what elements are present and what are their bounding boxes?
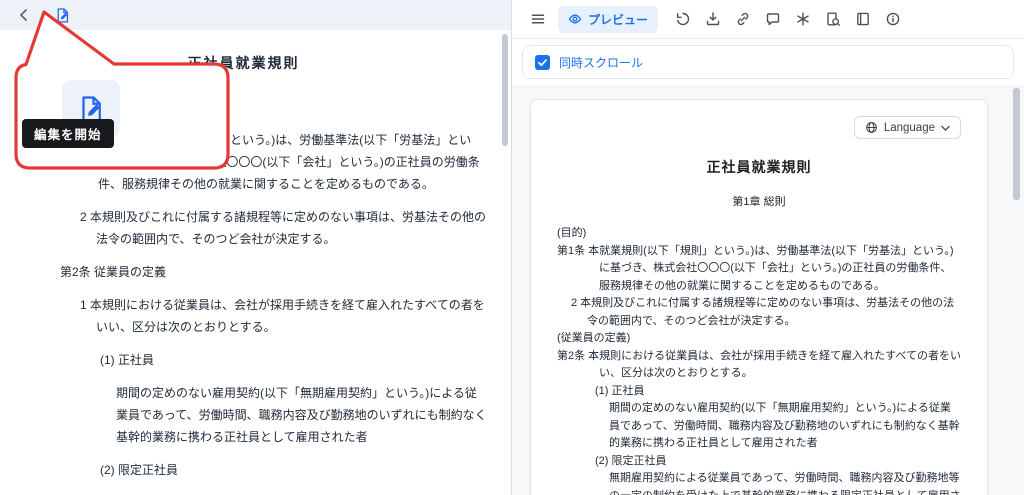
- editor-paragraph: 2 本規則及びこれに付属する諸規程等に定めのない事項は、労基法その他の法令の範囲…: [60, 206, 487, 250]
- edit-callout-annotation: 編集を開始: [0, 0, 245, 182]
- search-document-button[interactable]: [819, 6, 846, 32]
- download-icon: [705, 11, 721, 27]
- editor-paragraph: 期間の定めのない雇用契約(以下「無期雇用契約」という。)による従業員であって、労…: [60, 382, 487, 448]
- language-row: Language: [557, 116, 961, 139]
- history-button[interactable]: [669, 6, 696, 32]
- preview-paragraph: 第2条 本規則における従業員は、会社が採用手続きを経て雇入れたすべての者をいい、…: [557, 348, 961, 383]
- preview-paragraph: 第1条 本就業規則(以下「規則」という。)は、労働基準法(以下「労基法」という。…: [557, 243, 961, 296]
- editor-pane: 正社員就業規則 (目的)第1条 本就業規則(以下「規則」という。)は、労働基準法…: [0, 0, 512, 495]
- asterisk-button[interactable]: [789, 6, 816, 32]
- preview-pane: プレビュー: [512, 0, 1024, 495]
- link-icon: [735, 11, 751, 27]
- link-button[interactable]: [729, 6, 756, 32]
- book-icon: [855, 11, 871, 27]
- preview-paragraph: 無期雇用契約による従業員であって、労働時間、職務内容及び勤務地等の一定の制約を受…: [557, 470, 961, 495]
- language-button-label: Language: [884, 122, 935, 134]
- preview-doc-title: 正社員就業規則: [557, 157, 961, 177]
- info-icon: [885, 11, 901, 27]
- preview-paragraph: (1) 正社員: [557, 383, 961, 401]
- sync-scroll-bar: 同時スクロール: [522, 45, 1014, 79]
- search-document-icon: [825, 11, 841, 27]
- download-button[interactable]: [699, 6, 726, 32]
- preview-chapter-heading: 第1章 総則: [557, 193, 961, 209]
- globe-icon: [865, 121, 878, 134]
- preview-document-card: Language 正社員就業規則 第1章 総則 (目的)第1条 本就業規則(以下…: [530, 99, 988, 495]
- menu-icon: [530, 11, 546, 27]
- preview-paragraph: (従業員の定義): [557, 330, 961, 348]
- comment-icon: [765, 11, 781, 27]
- editor-paragraph: 1 本規則における従業員は、会社が採用手続きを経て雇入れたすべての者をいい、区分…: [60, 294, 487, 338]
- edit-tooltip: 編集を開始: [22, 119, 114, 148]
- preview-paragraph: (目的): [557, 225, 961, 243]
- history-icon: [675, 11, 691, 27]
- preview-toolbar: プレビュー: [512, 0, 1024, 39]
- eye-icon: [568, 12, 582, 26]
- editor-paragraph: (1) 正社員: [60, 349, 487, 371]
- chevron-down-icon: [941, 124, 950, 132]
- tab-preview-label: プレビュー: [588, 11, 648, 28]
- asterisk-icon: [795, 11, 811, 27]
- check-icon: [537, 57, 548, 68]
- menu-button[interactable]: [524, 6, 551, 32]
- editor-scrollbar[interactable]: [502, 34, 508, 146]
- preview-paragraph: 期間の定めのない雇用契約(以下「無期雇用契約」という。)による従業員であって、労…: [557, 400, 961, 453]
- editor-paragraph: 第2条 従業員の定義: [60, 261, 487, 283]
- preview-doc-body: (目的)第1条 本就業規則(以下「規則」という。)は、労働基準法(以下「労基法」…: [557, 225, 961, 495]
- comment-button[interactable]: [759, 6, 786, 32]
- preview-paragraph: 2 本規則及びこれに付属する諸規程等に定めのない事項は、労基法その他の法令の範囲…: [557, 295, 961, 330]
- preview-scrollbar[interactable]: [1013, 88, 1020, 200]
- sync-scroll-label: 同時スクロール: [559, 54, 643, 71]
- callout-bubble-shape: [8, 6, 238, 174]
- sync-scroll-checkbox[interactable]: [535, 55, 550, 70]
- language-button[interactable]: Language: [854, 116, 961, 139]
- app-window: 正社員就業規則 (目的)第1条 本就業規則(以下「規則」という。)は、労働基準法…: [0, 0, 1024, 495]
- editor-paragraph: (2) 限定正社員: [60, 459, 487, 481]
- preview-area: Language 正社員就業規則 第1章 総則 (目的)第1条 本就業規則(以下…: [512, 85, 1024, 495]
- preview-paragraph: (2) 限定正社員: [557, 453, 961, 471]
- tab-preview[interactable]: プレビュー: [558, 6, 658, 33]
- book-button[interactable]: [849, 6, 876, 32]
- info-button[interactable]: [879, 6, 906, 32]
